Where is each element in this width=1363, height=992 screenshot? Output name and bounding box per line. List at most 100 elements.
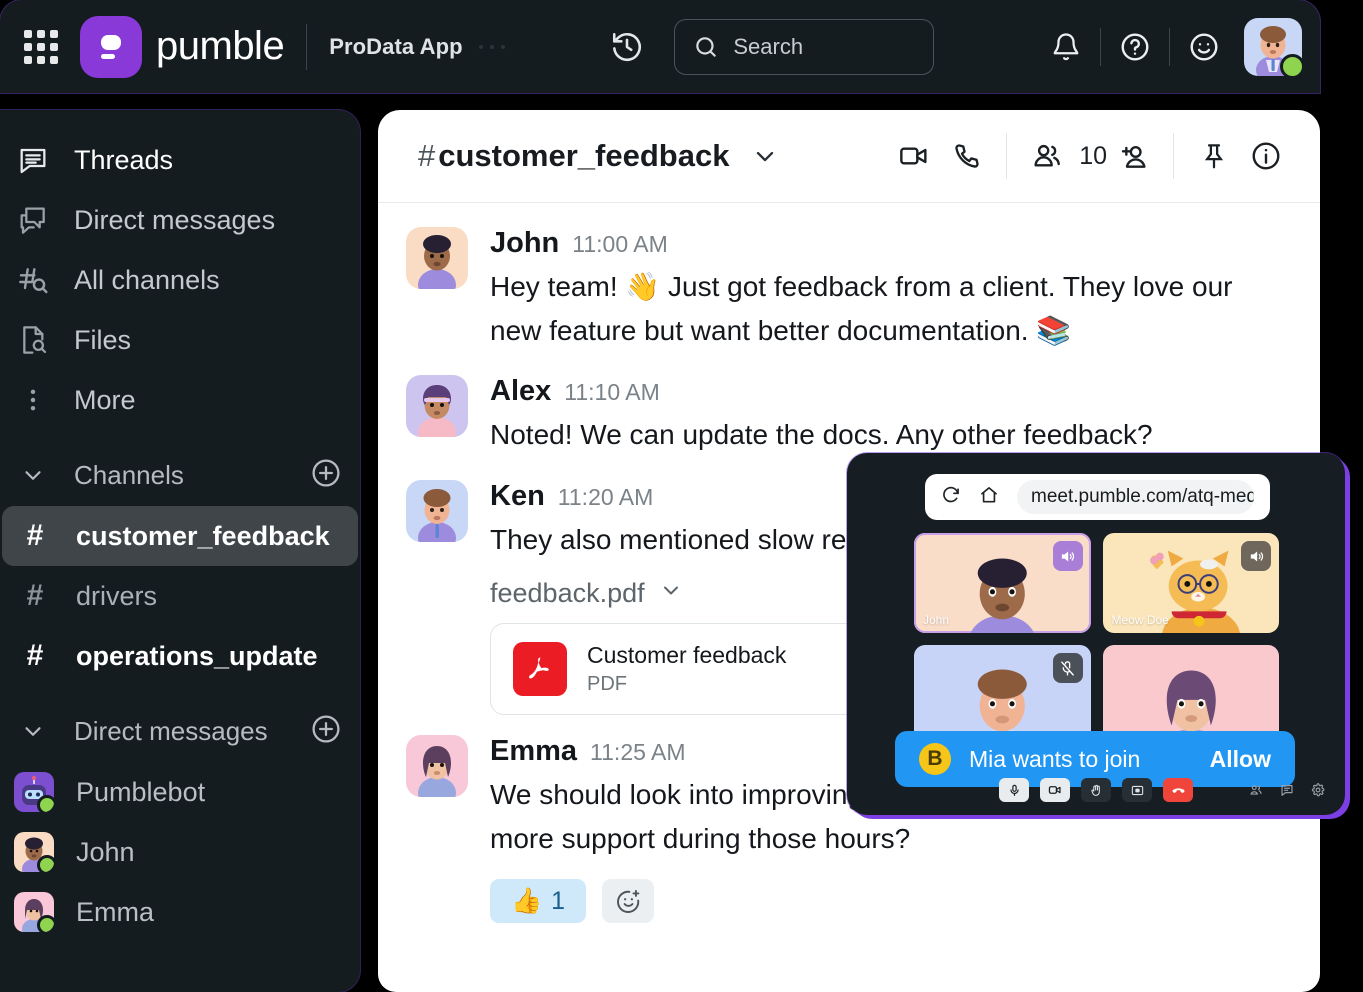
sidebar-dm-john[interactable]: John	[0, 822, 360, 882]
workspace-dots	[478, 44, 505, 49]
message-item: Alex 11:10 AM Noted! We can update the d…	[378, 353, 1320, 457]
reaction-chip[interactable]: 👍 1	[490, 879, 586, 924]
phone-icon[interactable]	[940, 130, 992, 182]
raise-hand-icon[interactable]	[1081, 778, 1111, 802]
question-circle-icon[interactable]	[1109, 21, 1161, 73]
reaction-count: 1	[551, 886, 566, 915]
sidebar-item-more[interactable]: More	[0, 370, 360, 430]
sidebar-item-threads[interactable]: Threads	[0, 130, 360, 190]
brand-name: pumble	[156, 24, 285, 68]
pumble-logo-mark	[80, 15, 142, 78]
add-channel-button[interactable]	[310, 457, 342, 494]
add-dm-button[interactable]	[310, 713, 342, 750]
hash-icon: #	[26, 579, 44, 612]
participant-name: John	[923, 613, 950, 627]
participants-icon[interactable]	[1245, 778, 1267, 802]
info-circle-icon[interactable]	[1240, 130, 1292, 182]
message-author: Ken	[490, 479, 545, 512]
sidebar-item-label: More	[74, 384, 136, 415]
sidebar-item-label: Threads	[74, 144, 174, 175]
add-reaction-icon[interactable]	[602, 879, 654, 924]
url-text[interactable]: meet.pumble.com/atq-medd-sir	[1017, 480, 1254, 514]
participant-tile[interactable]	[914, 645, 1091, 745]
home-icon[interactable]	[979, 485, 999, 510]
call-controls-bar	[847, 773, 1345, 807]
message-header: John 11:00 AM	[490, 227, 1290, 260]
hash-icon: #	[26, 639, 44, 672]
chevron-down-icon[interactable]	[14, 718, 52, 744]
dm-section-header: Direct messages	[0, 700, 360, 762]
sidebar-channel-operations_update[interactable]: # operations_update	[2, 626, 358, 686]
reaction-emoji: 👍	[510, 886, 543, 915]
dm-section-label: Direct messages	[74, 715, 268, 746]
chat-icon[interactable]	[1276, 778, 1298, 802]
chevron-down-icon[interactable]	[659, 578, 683, 609]
chevron-down-icon[interactable]	[14, 462, 52, 488]
brand-logo[interactable]: pumble	[80, 15, 285, 78]
message-author: Emma	[490, 734, 578, 767]
camera-icon[interactable]	[1040, 778, 1070, 802]
sidebar-item-files[interactable]: Files	[0, 310, 360, 370]
call-controls-main	[999, 778, 1193, 802]
channel-name: operations_update	[76, 640, 318, 671]
sidebar-item-direct-messages[interactable]: Direct messages	[0, 190, 360, 250]
avatar[interactable]	[406, 734, 468, 797]
participant-tile[interactable]	[1102, 645, 1279, 745]
sidebar-channel-drivers[interactable]: # drivers	[2, 566, 358, 626]
presence-indicator	[37, 795, 54, 812]
sidebar-channel-customer_feedback[interactable]: # customer_feedback	[2, 506, 358, 566]
pin-icon[interactable]	[1188, 130, 1240, 182]
message-body: John 11:00 AM Hey team! 👋 Just got feedb…	[490, 227, 1290, 353]
history-icon[interactable]	[610, 30, 644, 64]
end-call-icon[interactable]	[1163, 778, 1193, 802]
chevron-down-icon[interactable]	[751, 142, 779, 170]
settings-gear-icon[interactable]	[1307, 778, 1329, 802]
message-text: Hey team! 👋 Just got feedback from a cli…	[490, 271, 1233, 347]
search-placeholder: Search	[733, 33, 804, 59]
video-call-window[interactable]: meet.pumble.com/atq-medd-sir John	[847, 453, 1345, 815]
search-input[interactable]: Search	[674, 18, 935, 75]
direct-messages-icon	[14, 204, 52, 236]
header-action-separator	[1006, 133, 1008, 179]
dm-name: John	[76, 836, 135, 867]
apps-grid-icon[interactable]	[18, 24, 64, 70]
header-divider	[306, 23, 308, 70]
message-timestamp: 11:00 AM	[572, 231, 668, 257]
search-icon	[696, 36, 717, 57]
allow-button[interactable]: Allow	[1210, 746, 1271, 773]
microphone-icon[interactable]	[999, 778, 1029, 802]
presence-indicator	[37, 855, 54, 872]
bell-icon[interactable]	[1040, 21, 1092, 73]
avatar[interactable]	[406, 479, 468, 542]
dm-name: Emma	[76, 896, 155, 927]
members-icon[interactable]	[1021, 130, 1073, 182]
speaker-on-icon[interactable]	[1241, 541, 1271, 571]
sidebar-item-all-channels[interactable]: All channels	[0, 250, 360, 310]
dm-name: Pumblebot	[76, 776, 206, 807]
header-right-icons	[1040, 17, 1305, 79]
join-request-text: Mia wants to join	[969, 745, 1141, 772]
channel-name: customer_feedback	[76, 520, 330, 551]
sidebar-dm-pumblebot[interactable]: Pumblebot	[0, 762, 360, 822]
page-title: # customer_feedback	[418, 138, 729, 174]
avatar[interactable]	[1243, 17, 1305, 79]
channel-header-actions: 10	[888, 130, 1292, 182]
participant-tile[interactable]: John	[914, 533, 1091, 633]
avatar[interactable]	[406, 227, 468, 289]
add-person-icon[interactable]	[1107, 130, 1159, 182]
microphone-muted-icon[interactable]	[1052, 653, 1083, 683]
share-screen-icon[interactable]	[1122, 778, 1152, 802]
smiley-icon[interactable]	[1178, 21, 1230, 73]
sidebar-dm-emma[interactable]: Emma	[0, 882, 360, 942]
reload-icon[interactable]	[941, 485, 961, 510]
avatar[interactable]	[406, 375, 468, 438]
sidebar: Threads Direct messages All channels Fil…	[0, 110, 360, 992]
message-timestamp: 11:25 AM	[590, 738, 686, 765]
participant-tile[interactable]: Meow Doe	[1102, 533, 1279, 633]
attachment-card[interactable]: Customer feedback PDF	[490, 622, 860, 715]
speaker-on-icon[interactable]	[1052, 541, 1083, 571]
video-camera-icon[interactable]	[888, 130, 940, 182]
hash-icon: #	[26, 519, 44, 552]
more-dots-icon	[14, 386, 52, 414]
attachment-meta: Customer feedback PDF	[587, 642, 786, 696]
